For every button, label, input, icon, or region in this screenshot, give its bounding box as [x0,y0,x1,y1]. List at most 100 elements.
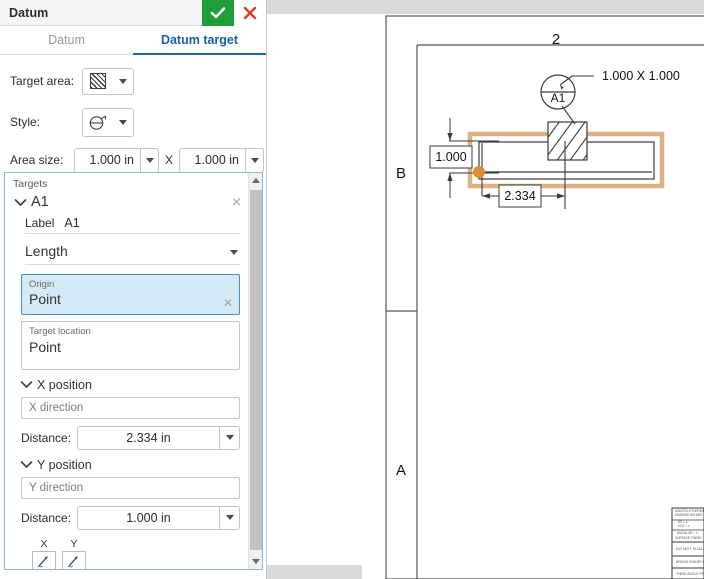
y-position-section-header[interactable]: Y position [19,458,250,472]
x-distance-label: Distance: [21,430,72,445]
targets-caption: Targets [13,178,48,190]
svg-text:DIMENSIONS ARE IN INCHES: DIMENSIONS ARE IN INCHES [675,513,704,517]
app-root: Datum Datum Datum target Target area: St… [0,0,704,579]
svg-text:ANGULAR = ±: ANGULAR = ± [677,531,698,535]
style-dropdown[interactable] [82,107,134,137]
tab-datum-label: Datum [48,33,85,47]
x-direction-input[interactable]: X direction [21,396,240,419]
clear-origin-icon[interactable]: ✕ [223,297,233,309]
chevron-down-icon [230,242,238,260]
origin-field[interactable]: Origin Point ✕ [21,274,240,316]
targets-list: Targets A1 ✕ Label A1 Length Origin Poin… [5,173,250,569]
cancel-button[interactable] [234,0,266,26]
svg-text:BREAK SHARP EDGES: BREAK SHARP EDGES [676,560,704,564]
targets-list-container: Targets A1 ✕ Label A1 Length Origin Poin… [4,172,263,570]
y-distance-row: Distance: 1.000 in [21,505,240,530]
target-area-row: Target area: [0,61,266,101]
x-distance-value[interactable]: 2.334 in [77,425,219,450]
origin-caption: Origin [29,279,55,290]
chevron-down-icon [113,78,133,84]
x-position-title: X position [37,377,92,392]
panel-titlebar: Datum [0,0,266,26]
gutter-top-strip [267,0,362,14]
datum-target-circle-icon [83,113,113,131]
origin-point-dot [473,166,485,178]
tab-datum-target-label: Datum target [160,33,239,47]
flip-direction-x-icon[interactable] [32,550,56,569]
label-field-key: Label [25,216,55,230]
style-row: Style: [0,101,266,143]
chevron-down-icon[interactable] [13,195,27,209]
scroll-up-button[interactable] [249,173,262,188]
target-location-caption: Target location [29,326,91,338]
scrollbar-thumb[interactable] [250,190,262,550]
area-size-separator: X [165,153,174,167]
origin-value: Point [29,291,61,308]
area-size-width-value: 1.000 in [74,147,140,173]
targets-scrollbar[interactable] [248,173,262,569]
y-direction-input[interactable]: Y direction [21,476,240,499]
flip-y-cell: Y [59,537,89,569]
target-group-a1-header[interactable]: A1 ✕ [5,190,250,214]
tab-datum[interactable]: Datum [0,26,133,54]
panel-tabs: Datum Datum target [0,26,266,55]
target-area-label: Target area: [10,74,75,88]
flip-y-caption: Y [70,537,78,550]
y-distance-value[interactable]: 1.000 in [77,505,219,530]
tab-datum-target[interactable]: Datum target [133,26,266,55]
chevron-down-icon[interactable] [140,147,159,173]
dimension-vertical: 1.000 [435,150,466,164]
zone-label-top: 2 [552,31,560,48]
chevron-down-icon [113,119,133,125]
flip-x-caption: X [40,537,48,550]
target-type-select[interactable]: Length [25,240,240,265]
svg-text:.XXX = ±: .XXX = ± [677,524,690,528]
x-position-section-header[interactable]: X position [19,378,250,392]
area-size-label: Area size: [10,153,64,167]
target-area-dropdown[interactable] [82,67,134,95]
chevron-down-icon[interactable] [219,425,240,450]
label-field-value: A1 [64,216,80,230]
canvas-gutter [267,0,362,579]
area-size-width-input[interactable]: 1.000 in [74,147,159,173]
y-position-title: Y position [37,457,92,472]
svg-text:SURFACE FINISH: SURFACE FINISH [675,536,702,540]
chevron-down-icon[interactable] [19,378,33,392]
zone-label-b: B [396,165,406,182]
chevron-down-icon[interactable] [219,505,240,530]
scroll-down-button[interactable] [249,554,262,569]
datum-target-note: 1.000 X 1.000 [602,69,680,83]
area-size-height-value: 1.000 in [179,147,246,173]
flip-direction-row: X Y [29,537,250,569]
target-group-name: A1 [31,194,49,210]
style-label: Style: [10,115,41,129]
datum-target-label: A1 [551,91,566,105]
panel-title: Datum [9,5,49,20]
label-field-row[interactable]: Label A1 [25,216,240,234]
svg-text:THIRD ANGLE PROJECTION: THIRD ANGLE PROJECTION [676,572,704,576]
area-size-height-input[interactable]: 1.000 in [179,147,265,173]
hatched-square-icon [83,73,113,89]
target-type-value: Length [25,243,68,259]
remove-target-icon[interactable]: ✕ [231,196,242,209]
svg-text:DO NOT SCALE DRAWING: DO NOT SCALE DRAWING [676,546,704,551]
y-distance-label: Distance: [21,510,72,525]
dimension-horizontal: 2.334 [504,189,535,203]
datum-panel: Datum Datum Datum target Target area: St… [0,0,267,579]
flip-direction-y-icon[interactable] [62,550,86,569]
chevron-down-icon[interactable] [19,458,33,472]
drawing-svg: 2 B A A1 1.000 X 1.000 1.000 2.334 UNLES… [385,15,704,579]
zone-label-a: A [396,462,406,479]
target-location-field[interactable]: Target location Point [21,321,240,370]
drawing-canvas[interactable]: 2 B A A1 1.000 X 1.000 1.000 2.334 UNLES… [362,0,704,579]
flip-x-cell: X [29,537,59,569]
accept-button[interactable] [202,0,234,26]
x-distance-row: Distance: 2.334 in [21,425,240,450]
check-icon [210,7,226,19]
gutter-bottom-strip [267,565,362,579]
x-direction-placeholder: X direction [29,401,84,414]
close-icon [243,6,257,20]
y-direction-placeholder: Y direction [29,481,84,494]
chevron-down-icon[interactable] [245,147,265,173]
target-location-value: Point [29,338,61,355]
